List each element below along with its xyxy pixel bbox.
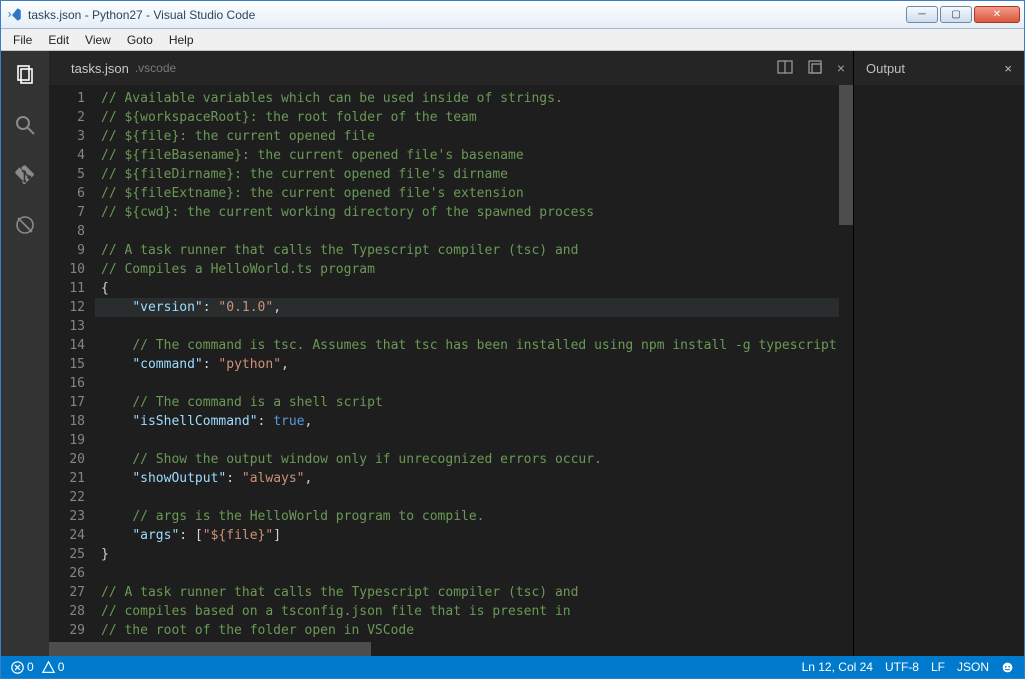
status-encoding[interactable]: UTF-8 <box>885 660 919 674</box>
code-line[interactable]: // ${workspaceRoot}: the root folder of … <box>95 108 853 127</box>
horizontal-scrollbar[interactable] <box>49 642 853 656</box>
code-line[interactable]: // ${fileExtname}: the current opened fi… <box>95 184 853 203</box>
status-bar: 0 0 Ln 12, Col 24 UTF-8 LF JSON <box>1 656 1024 678</box>
status-errors[interactable]: 0 <box>11 660 34 674</box>
code-editor[interactable]: 1234567891011121314151617181920212223242… <box>49 85 853 642</box>
code-line[interactable]: "args": ["${file}"] <box>95 526 853 545</box>
code-line[interactable]: "command": "python", <box>95 355 853 374</box>
status-eol[interactable]: LF <box>931 660 945 674</box>
menu-help[interactable]: Help <box>161 31 202 49</box>
code-line[interactable]: // The command is a shell script <box>95 393 853 412</box>
tab-filename[interactable]: tasks.json <box>71 61 129 76</box>
tab-description: .vscode <box>135 61 176 75</box>
menu-bar: FileEditViewGotoHelp <box>1 29 1024 51</box>
code-line[interactable]: // A task runner that calls the Typescri… <box>95 241 853 260</box>
code-line[interactable]: // args is the HelloWorld program to com… <box>95 507 853 526</box>
code-line[interactable]: // Available variables which can be used… <box>95 89 853 108</box>
status-feedback-icon[interactable] <box>1001 661 1014 674</box>
window-minimize-button[interactable]: ─ <box>906 6 938 23</box>
menu-view[interactable]: View <box>77 31 119 49</box>
code-line[interactable] <box>95 564 853 583</box>
code-line[interactable] <box>95 488 853 507</box>
code-line[interactable]: // Show the output window only if unreco… <box>95 450 853 469</box>
code-line[interactable] <box>95 222 853 241</box>
code-line[interactable]: // ${fileDirname}: the current opened fi… <box>95 165 853 184</box>
code-line[interactable]: // compiles based on a tsconfig.json fil… <box>95 602 853 621</box>
menu-edit[interactable]: Edit <box>40 31 77 49</box>
window-title: tasks.json - Python27 - Visual Studio Co… <box>28 8 255 22</box>
code-line[interactable] <box>95 374 853 393</box>
output-title: Output <box>866 61 905 76</box>
code-line[interactable]: // Compiles a HelloWorld.ts program <box>95 260 853 279</box>
split-editor-icon[interactable] <box>777 59 793 78</box>
more-actions-icon[interactable] <box>807 59 823 78</box>
output-close-icon[interactable]: × <box>1004 61 1012 76</box>
code-line[interactable]: // ${file}: the current opened file <box>95 127 853 146</box>
debug-icon[interactable] <box>11 211 39 239</box>
status-language[interactable]: JSON <box>957 660 989 674</box>
code-line[interactable] <box>95 431 853 450</box>
menu-goto[interactable]: Goto <box>119 31 161 49</box>
code-line[interactable]: { <box>95 279 853 298</box>
status-warnings[interactable]: 0 <box>42 660 65 674</box>
window-titlebar: tasks.json - Python27 - Visual Studio Co… <box>1 1 1024 29</box>
status-cursor-position[interactable]: Ln 12, Col 24 <box>802 660 873 674</box>
editor-pane: tasks.json .vscode × 1234567891011121314… <box>49 51 854 656</box>
vertical-scrollbar[interactable] <box>839 85 853 642</box>
window-maximize-button[interactable]: ▢ <box>940 6 972 23</box>
code-line[interactable]: // A task runner that calls the Typescri… <box>95 583 853 602</box>
code-line[interactable]: "showOutput": "always", <box>95 469 853 488</box>
activity-bar <box>1 51 49 656</box>
code-line[interactable]: } <box>95 545 853 564</box>
editor-tabs: tasks.json .vscode × <box>49 51 853 85</box>
explorer-icon[interactable] <box>11 61 39 89</box>
code-line[interactable] <box>95 640 853 642</box>
code-line[interactable]: // ${fileBasename}: the current opened f… <box>95 146 853 165</box>
code-line[interactable]: "version": "0.1.0", <box>95 298 853 317</box>
window-close-button[interactable]: ✕ <box>974 6 1020 23</box>
search-icon[interactable] <box>11 111 39 139</box>
code-line[interactable]: "isShellCommand": true, <box>95 412 853 431</box>
git-icon[interactable] <box>11 161 39 189</box>
code-line[interactable]: // ${cwd}: the current working directory… <box>95 203 853 222</box>
tab-close-icon[interactable]: × <box>837 60 845 76</box>
code-line[interactable]: // The command is tsc. Assumes that tsc … <box>95 336 853 355</box>
code-line[interactable] <box>95 317 853 336</box>
output-panel: Output × <box>854 51 1024 656</box>
vscode-logo-icon <box>7 7 22 22</box>
menu-file[interactable]: File <box>5 31 40 49</box>
code-line[interactable]: // the root of the folder open in VSCode <box>95 621 853 640</box>
